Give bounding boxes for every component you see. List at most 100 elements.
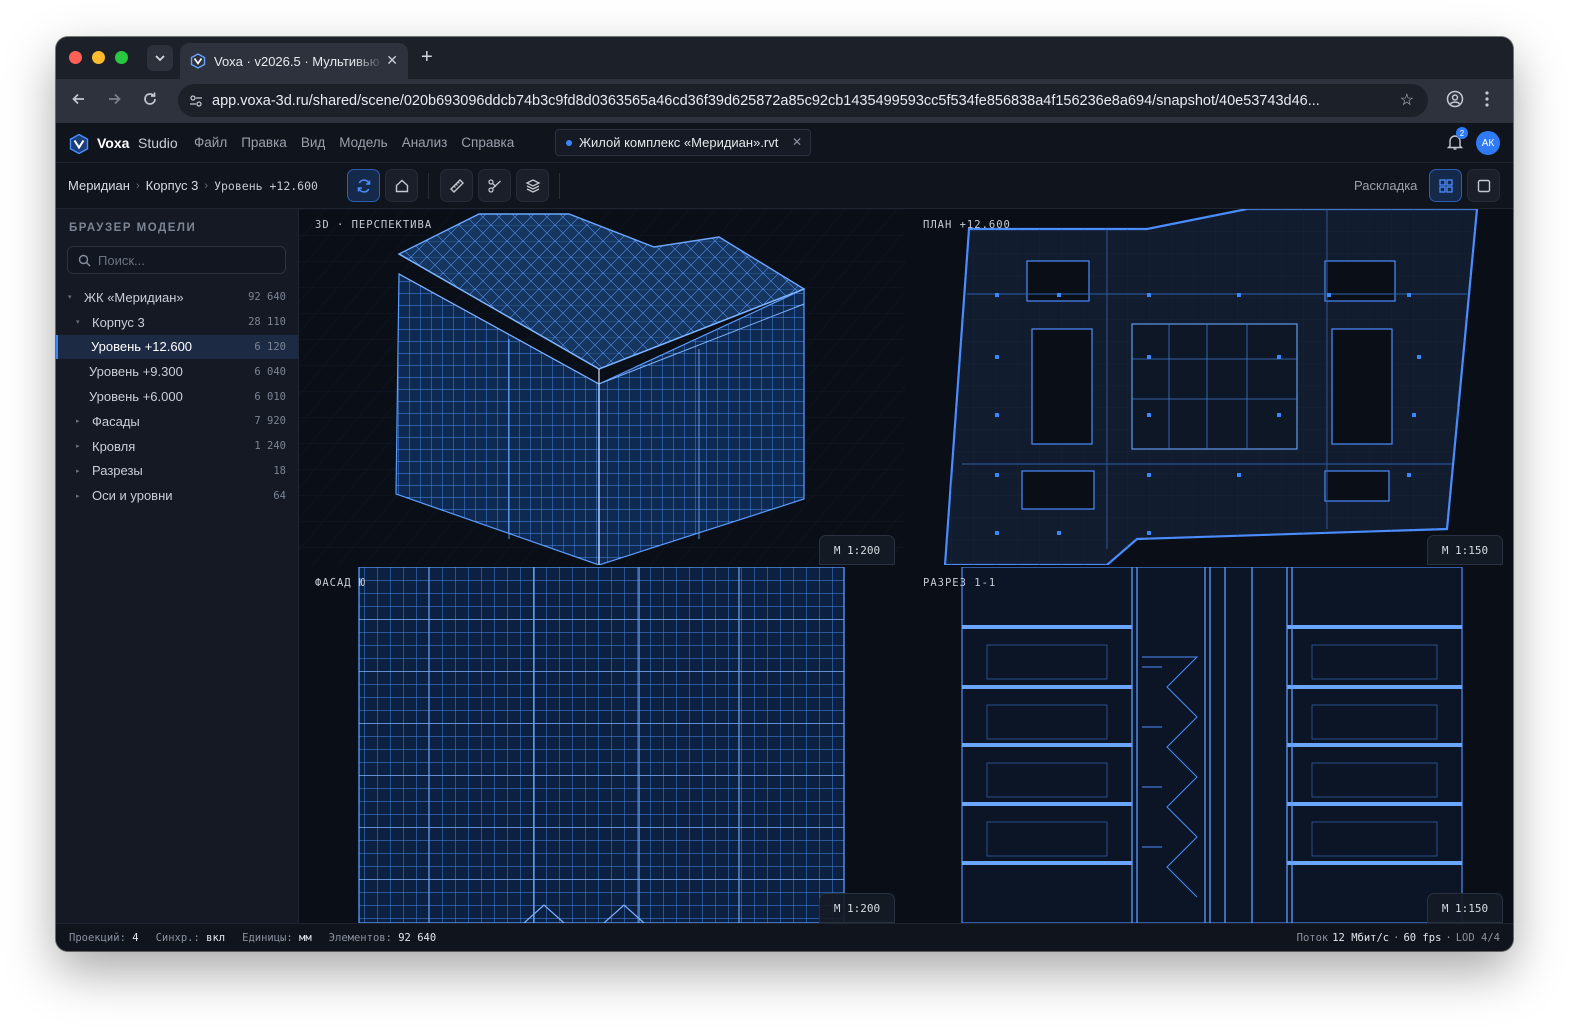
voxa-favicon-icon (190, 53, 206, 69)
status-bar: Проекций: 4 Синхр.: вкл Единицы: мм Элем… (56, 923, 1513, 951)
search-icon (78, 254, 91, 266)
status-fps: 60 fps (1403, 932, 1442, 944)
home-icon (395, 179, 408, 192)
caret-icon[interactable]: ▾ (76, 318, 84, 326)
breadcrumb-separator-icon: › (204, 179, 209, 192)
tree-item-count: 92 640 (248, 291, 286, 304)
viewport-label: ПЛАН +12.600 (923, 219, 1011, 231)
browser-tab-title: Voxa · v2026.5 · Мультивью · Меридиан (214, 53, 384, 69)
floor-plan-drawing (907, 209, 1513, 565)
viewport-section[interactable]: РАЗРЕЗ 1-1 М 1:150 (907, 567, 1513, 923)
3d-building-wireframe (299, 209, 905, 565)
tree-item-count: 6 040 (254, 365, 286, 378)
tree-item-count: 7 920 (254, 415, 286, 428)
forward-icon[interactable] (106, 91, 122, 107)
status-projections: Проекций: 4 (69, 932, 139, 944)
minimize-window-button[interactable] (92, 51, 105, 64)
menu-view[interactable]: Вид (301, 135, 325, 150)
bookmark-star-icon[interactable]: ☆ (1400, 90, 1414, 110)
voxa-logo-icon (68, 133, 90, 155)
tree-item-label: Оси и уровни (92, 488, 173, 504)
layers-icon (525, 178, 540, 193)
breadcrumb-project[interactable]: Меридиан (68, 178, 130, 193)
caret-right-icon[interactable]: ▸ (76, 442, 84, 450)
caret-icon[interactable]: ▾ (68, 293, 76, 301)
tree-item-sections[interactable]: ▸ Разрезы 18 (56, 459, 298, 484)
address-bar[interactable]: app.voxa-3d.ru/shared/scene/020b693096dd… (178, 84, 1428, 117)
viewport-scale[interactable]: М 1:150 (1427, 893, 1503, 923)
sidebar-search[interactable] (67, 246, 286, 274)
tree-item-label: Уровень +12.600 (91, 339, 193, 355)
document-tab[interactable]: Жилой комплекс «Меридиан».rvt ✕ (555, 129, 811, 156)
caret-right-icon[interactable]: ▸ (76, 492, 84, 500)
viewport-scale[interactable]: М 1:150 (1427, 535, 1503, 565)
reload-icon[interactable] (142, 91, 158, 107)
close-document-icon[interactable]: ✕ (792, 135, 802, 149)
viewport-scale[interactable]: М 1:200 (819, 893, 895, 923)
single-layout-icon (1477, 179, 1490, 192)
model-tree: ▾ ЖК «Меридиан» 92 640 ▾ Корпус 3 28 110… (56, 285, 298, 508)
tree-item-project[interactable]: ▾ ЖК «Меридиан» 92 640 (56, 285, 298, 310)
viewport-plan[interactable]: ПЛАН +12.600 М 1:150 (907, 209, 1513, 565)
tab-search-button[interactable] (147, 45, 173, 71)
layout-grid-button[interactable] (1429, 169, 1462, 202)
tree-item-count: 64 (273, 489, 286, 502)
browser-toolbar: app.voxa-3d.ru/shared/scene/020b693096dd… (56, 79, 1513, 123)
close-tab-icon[interactable]: ✕ (386, 52, 398, 69)
viewer-toolbar: Меридиан › Корпус 3 › Уровень +12.600 Ра… (56, 163, 1513, 209)
tree-item-label: Уровень +9.300 (89, 364, 183, 380)
status-units: Единицы: мм (242, 932, 312, 944)
tree-item-level-6000[interactable]: Уровень +6.000 6 010 (56, 384, 298, 409)
browser-tab-active[interactable]: Voxa · v2026.5 · Мультивью · Меридиан ✕ (180, 43, 408, 79)
status-dot: · (1393, 932, 1400, 944)
layers-button[interactable] (516, 169, 549, 202)
browser-menu-icon[interactable] (1484, 90, 1490, 108)
unsaved-dot-icon (566, 139, 572, 146)
breadcrumb-building[interactable]: Корпус 3 (146, 178, 199, 193)
tree-item-level-12600[interactable]: Уровень +12.600 6 120 (56, 334, 298, 360)
caret-right-icon[interactable]: ▸ (76, 467, 84, 475)
app-menu-bar: Файл Правка Вид Модель Анализ Справка (194, 135, 528, 150)
breadcrumb-level[interactable]: Уровень +12.600 (214, 179, 318, 193)
section-cut-button[interactable] (478, 169, 511, 202)
menu-analysis[interactable]: Анализ (402, 135, 448, 150)
viewport-3d-perspective[interactable]: 3D · ПЕРСПЕКТИВА М 1:200 (299, 209, 905, 565)
menu-help[interactable]: Справка (461, 135, 514, 150)
tree-item-count: 18 (273, 464, 286, 477)
tree-item-level-9300[interactable]: Уровень +9.300 6 040 (56, 359, 298, 384)
toolbar-divider (559, 173, 560, 199)
model-browser-sidebar: БРАУЗЕР МОДЕЛИ ▾ ЖК «Меридиан» 92 640 ▾ … (56, 209, 299, 923)
url-text: app.voxa-3d.ru/shared/scene/020b693096dd… (212, 92, 1320, 109)
site-settings-icon[interactable] (188, 93, 204, 109)
tree-item-grids-levels[interactable]: ▸ Оси и уровни 64 (56, 483, 298, 508)
breadcrumb: Меридиан › Корпус 3 › Уровень +12.600 (68, 178, 318, 193)
tree-item-count: 6 010 (254, 390, 286, 403)
section-drawing (907, 567, 1513, 923)
layout-single-button[interactable] (1467, 169, 1500, 202)
profile-icon[interactable] (1446, 90, 1464, 108)
search-input[interactable] (98, 252, 278, 268)
app-brand: Voxa (97, 135, 130, 151)
user-avatar[interactable]: АК (1476, 131, 1500, 155)
tree-item-building[interactable]: ▾ Корпус 3 28 110 (56, 310, 298, 335)
tree-item-facades[interactable]: ▸ Фасады 7 920 (56, 409, 298, 434)
status-elements: Элементов: 92 640 (328, 932, 437, 944)
viewport-scale[interactable]: М 1:200 (819, 535, 895, 565)
tree-item-label: ЖК «Меридиан» (84, 289, 184, 305)
menu-model[interactable]: Модель (339, 135, 387, 150)
document-tab-title: Жилой комплекс «Меридиан».rvt (579, 135, 779, 150)
caret-right-icon[interactable]: ▸ (76, 417, 84, 425)
maximize-window-button[interactable] (115, 51, 128, 64)
home-view-button[interactable] (385, 169, 418, 202)
tree-item-roof[interactable]: ▸ Кровля 1 240 (56, 434, 298, 459)
close-window-button[interactable] (69, 51, 82, 64)
status-stream: 12 Мбит/с (1332, 932, 1390, 944)
breadcrumb-separator-icon: › (135, 179, 140, 192)
sync-views-button[interactable] (347, 169, 380, 202)
menu-edit[interactable]: Правка (241, 135, 287, 150)
back-icon[interactable] (71, 91, 87, 107)
new-tab-button[interactable]: + (421, 46, 433, 69)
measure-button[interactable] (440, 169, 473, 202)
viewport-facade[interactable]: ФАСАД Ю М 1:200 (299, 567, 905, 923)
menu-file[interactable]: Файл (194, 135, 227, 150)
